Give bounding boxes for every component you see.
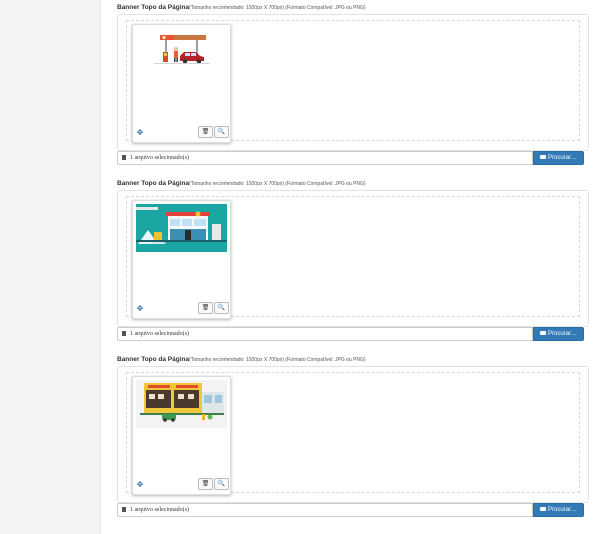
file-status-text: 1 arquivo selecionado(s)	[130, 155, 189, 161]
browse-label: Procurar…	[547, 507, 577, 513]
zoom-image-button[interactable]: 🔍	[214, 126, 229, 138]
arrows-move-icon[interactable]: ✥	[136, 481, 144, 489]
image-thumbnail: ✥ 🗑 🔍	[132, 200, 231, 319]
folder-open-icon	[539, 507, 546, 511]
browse-label: Procurar…	[547, 331, 577, 337]
dropzone[interactable]: ✥ 🗑 🔍	[126, 372, 580, 495]
gas-station-image[interactable]	[136, 28, 227, 76]
file-preview-panel: ✥ 🗑 🔍	[117, 190, 589, 327]
section-title: Banner Topo da Página	[117, 356, 190, 363]
banner-upload-section-2: Banner Topo da Página(Tamanho recomendad…	[117, 180, 589, 341]
file-icon	[122, 331, 126, 336]
delete-image-button[interactable]: 🗑	[198, 126, 213, 138]
browse-button[interactable]: Procurar…	[533, 327, 584, 341]
section-label: Banner Topo da Página(Tamanho recomendad…	[117, 180, 584, 188]
section-label: Banner Topo da Página(Tamanho recomendad…	[117, 356, 584, 364]
image-thumbnail: ✥ 🗑 🔍	[132, 24, 231, 143]
section-title: Banner Topo da Página	[117, 180, 190, 187]
file-input-group: 1 arquivo selecionado(s) Procurar…	[117, 151, 587, 165]
section-hint: (Tamanho recomendado: 1920px X 700px) (F…	[189, 181, 366, 187]
left-sidebar	[0, 0, 101, 534]
file-caption[interactable]: 1 arquivo selecionado(s)	[117, 327, 533, 341]
arrows-move-icon[interactable]: ✥	[136, 305, 144, 313]
arrows-move-icon[interactable]: ✥	[136, 129, 144, 137]
zoom-in-icon: 🔍	[217, 481, 226, 487]
folder-open-icon	[539, 331, 546, 335]
browse-button[interactable]: Procurar…	[533, 151, 584, 165]
banner-upload-section-1: Banner Topo da Página(Tamanho recomendad…	[117, 4, 589, 165]
dropzone[interactable]: ✥ 🗑 🔍	[126, 20, 580, 143]
zoom-image-button[interactable]: 🔍	[214, 302, 229, 314]
trash-icon: 🗑	[201, 305, 210, 311]
convenience-store-image[interactable]	[136, 204, 227, 252]
file-caption[interactable]: 1 arquivo selecionado(s)	[117, 503, 533, 517]
file-input-group: 1 arquivo selecionado(s) Procurar…	[117, 327, 587, 341]
main-content: Banner Topo da Página(Tamanho recomendad…	[100, 0, 602, 534]
file-preview-panel: ✥ 🗑 🔍	[117, 366, 589, 503]
zoom-in-icon: 🔍	[217, 305, 226, 311]
file-caption[interactable]: 1 arquivo selecionado(s)	[117, 151, 533, 165]
image-thumbnail: ✥ 🗑 🔍	[132, 376, 231, 495]
browse-button[interactable]: Procurar…	[533, 503, 584, 517]
delete-image-button[interactable]: 🗑	[198, 478, 213, 490]
file-icon	[122, 155, 126, 160]
section-hint: (Tamanho recomendado: 1920px X 700px) (F…	[189, 357, 366, 363]
delete-image-button[interactable]: 🗑	[198, 302, 213, 314]
zoom-image-button[interactable]: 🔍	[214, 478, 229, 490]
trash-icon: 🗑	[201, 129, 210, 135]
trash-icon: 🗑	[201, 481, 210, 487]
zoom-in-icon: 🔍	[217, 129, 226, 135]
section-title: Banner Topo da Página	[117, 4, 190, 11]
section-hint: (Tamanho recomendado: 1920px X 700px) (F…	[189, 5, 366, 11]
storefront-image[interactable]	[136, 380, 227, 428]
file-status-text: 1 arquivo selecionado(s)	[130, 507, 189, 513]
file-icon	[122, 507, 126, 512]
file-preview-panel: ✥ 🗑 🔍	[117, 14, 589, 151]
dropzone[interactable]: ✥ 🗑 🔍	[126, 196, 580, 319]
file-input-group: 1 arquivo selecionado(s) Procurar…	[117, 503, 587, 517]
section-label: Banner Topo da Página(Tamanho recomendad…	[117, 4, 584, 12]
file-status-text: 1 arquivo selecionado(s)	[130, 331, 189, 337]
folder-open-icon	[539, 155, 546, 159]
banner-upload-section-3: Banner Topo da Página(Tamanho recomendad…	[117, 356, 589, 517]
browse-label: Procurar…	[547, 155, 577, 161]
